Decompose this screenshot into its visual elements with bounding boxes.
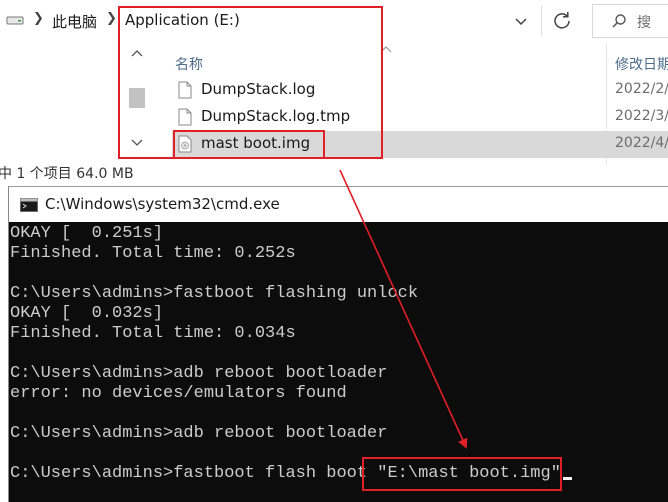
refresh-icon[interactable] — [548, 6, 576, 36]
console-line: Finished. Total time: 0.252s — [10, 244, 296, 263]
chevron-right-icon[interactable]: ❯ — [106, 11, 117, 26]
status-text: 中 1 个项目 64.0 MB — [0, 166, 134, 182]
console-line: C:\Users\admins>adb reboot bootloader — [10, 424, 388, 443]
column-header-date[interactable]: 修改日期 — [615, 54, 668, 74]
console-line: OKAY [ 0.251s] — [10, 224, 164, 243]
chevron-right-icon[interactable]: ❯ — [33, 11, 44, 26]
status-bar: 中 1 个项目 64.0 MB — [0, 163, 668, 183]
cmd-window: C:\Windows\system32\cmd.exe OKAY [ 0.251… — [8, 186, 668, 502]
console-line: Finished. Total time: 0.034s — [10, 324, 296, 343]
cmd-title: C:\Windows\system32\cmd.exe — [45, 195, 280, 213]
file-date: 2022/2/ — [615, 81, 668, 97]
console-line: OKAY [ 0.032s] — [10, 304, 164, 323]
drive-icon — [6, 16, 24, 25]
divider — [541, 6, 542, 36]
search-icon — [612, 14, 626, 28]
highlight-box-command — [362, 457, 562, 491]
cmd-titlebar[interactable]: C:\Windows\system32\cmd.exe — [9, 186, 668, 222]
console-output[interactable]: OKAY [ 0.251s] Finished. Total time: 0.2… — [9, 222, 668, 502]
console-input-line[interactable]: C:\Users\admins>fastboot flash boot "E:\… — [10, 464, 668, 484]
console-line: C:\Users\admins>adb reboot bootloader — [10, 364, 388, 383]
search-input[interactable]: 搜 — [592, 4, 668, 38]
chevron-down-icon[interactable] — [512, 11, 530, 31]
breadcrumb-this-pc[interactable]: 此电脑 — [52, 11, 97, 32]
console-line: C:\Users\admins>fastboot flashing unlock — [10, 284, 419, 303]
text-cursor — [562, 477, 572, 480]
search-placeholder: 搜 — [637, 15, 651, 31]
file-date: 2022/4/ — [615, 135, 668, 151]
cmd-icon — [20, 198, 38, 212]
file-date: 2022/3/ — [615, 108, 668, 124]
highlight-box-file — [173, 130, 325, 159]
console-line: error: no devices/emulators found — [10, 384, 347, 403]
